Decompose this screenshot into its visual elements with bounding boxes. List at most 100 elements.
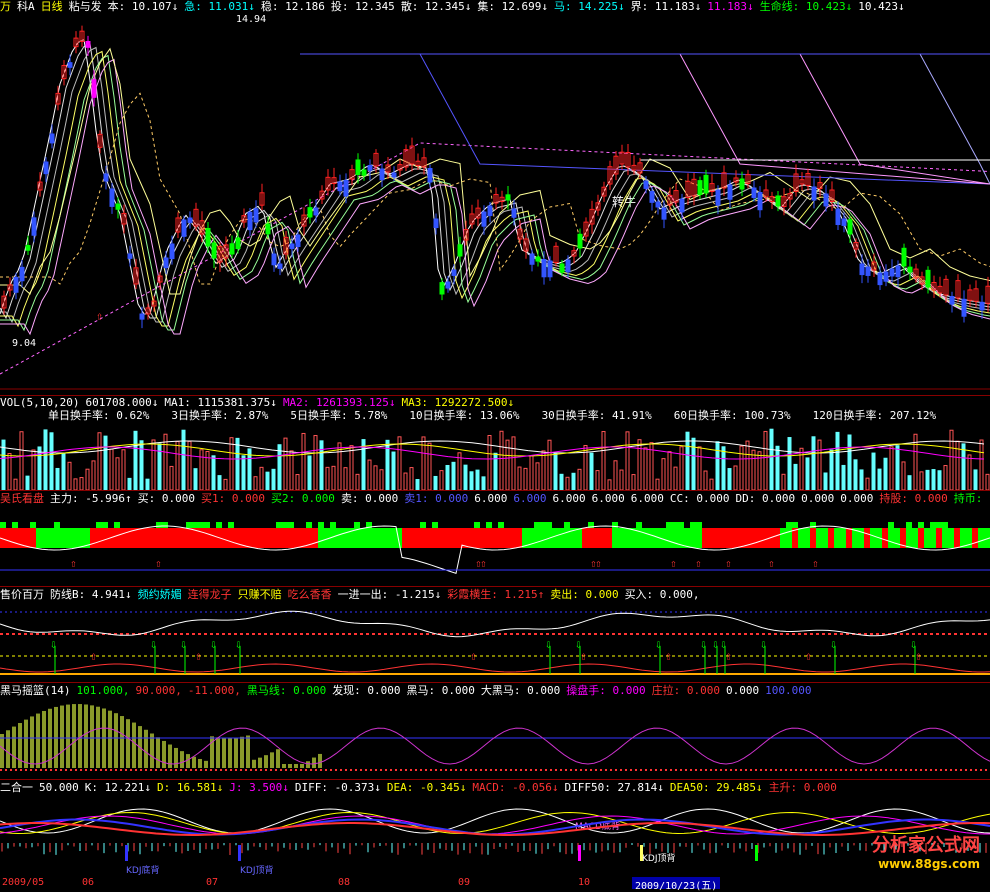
candle-body [757,192,763,211]
signal-cell [174,528,180,548]
volume-bar [853,459,858,490]
wu-indicator-chart[interactable]: ⇧ ⇧ ⇧⇧ ⇧⇧ ⇧ ⇧ ⇧ ⇧ ⇧ [0,506,990,586]
candle-body [961,298,967,317]
signal-cell [726,528,732,548]
volume-bar [481,476,486,490]
signal-cell [48,528,54,548]
header-value: 6.000 [630,492,664,505]
horse-bar [30,716,34,768]
sell-indicator-chart[interactable]: ⇩ ⇩ ⇩ ⇩ ⇩ ⇩ ⇩ ⇩ ⇩ ⇩ ⇩ ⇩ ⇩ ⇩⇧ ⇧ ⇧ ⇧ ⇧ ⇧ ⇧ ⇧ [0,602,990,682]
volume-bar [721,446,726,490]
signal-cell [828,528,834,548]
sell-arrow: ⇩ [180,637,187,651]
signal-cell [822,528,828,548]
signal-cell [888,528,894,548]
header-value: 买1: 0.000 [200,492,265,505]
signal-cell [870,528,876,548]
candle-body [847,219,853,235]
signal-cell [486,522,492,528]
signal-cell [930,522,936,528]
buy-arrow: ⇧ [595,557,602,570]
volume-bar [169,465,174,490]
volume-bar [535,462,540,490]
axis-label: 09 [458,877,471,888]
volume-bar [559,473,564,490]
volume-bar [655,478,660,490]
signal-cell [414,528,420,548]
candle-body [541,259,547,278]
header-value: 散: 12.345↓ [400,0,472,13]
volume-bar [859,469,864,490]
ma-line [0,92,990,285]
volume-bar [79,477,84,490]
signal-cell [192,522,198,528]
header-value: 6.000 [474,492,508,505]
buy-arrow: ⇧ [70,557,77,570]
signal-cell [936,528,942,548]
candle-body [379,168,385,181]
volume-bar [139,440,144,490]
volume-bar [403,472,408,490]
signal-cell [288,528,294,548]
candle-body [751,187,757,199]
candle-body [19,266,25,282]
candle-body [889,268,895,277]
signal-cell [696,528,702,548]
volume-bar [73,478,78,490]
signal-cell [600,528,606,548]
signal-cell [12,522,18,528]
separator [0,490,990,491]
signal-cell [246,528,252,548]
volume-bar [631,474,636,490]
signal-cell [798,528,804,548]
candle-body [715,189,721,206]
signal-cell [438,528,444,548]
volume-bar [19,431,24,490]
header-value: 6.000 [552,492,586,505]
volume-bar [457,452,462,490]
volume-bar [409,467,414,490]
candle-body [265,223,271,235]
volume-bar [61,452,66,490]
signal-cell [918,522,924,528]
candle-body [127,253,133,259]
signal-cell [564,528,570,548]
horse-indicator-chart[interactable] [0,698,990,778]
volume-bar [985,473,990,490]
buy-arrow: ⇧ [90,649,97,663]
volume-chart[interactable] [0,422,990,490]
indicator-line [0,811,990,835]
horse-bar [198,758,202,768]
volume-bar [115,457,120,490]
signal-cell [420,522,426,528]
candlestick-chart[interactable]: 14.94 9.04 转牛 ⇧ [0,14,990,404]
volume-bar [577,468,582,490]
volume-bar [85,468,90,490]
volume-bar [187,440,192,490]
header-value: 连得龙子 [187,588,232,601]
candle-body [337,181,343,192]
candle-body [313,207,319,216]
candle-body [391,172,397,178]
signal-cell [336,528,342,548]
signal-cell [30,522,36,528]
signal-cell [210,528,216,548]
signal-cell [282,522,288,528]
kdj-macd-chart[interactable]: KDJ底背 KDJ顶背 MACD底背 KDJ顶背 [0,795,990,875]
horse-bar [258,757,262,768]
signal-label: KDJ底背 [126,864,160,875]
header-value: 101.000, [76,684,130,697]
header-value: 一进一出: -1.215↓ [337,588,442,601]
horse-bar [108,710,112,768]
volume-bar [181,429,186,490]
volume-bar [373,465,378,490]
volume-bar [925,469,930,490]
signal-cell [384,528,390,548]
volume-bar [625,431,630,490]
signal-cell [378,528,384,548]
volume-bar [103,435,108,490]
horse-bar [264,755,268,768]
header-value: 100.000 [765,684,812,697]
header-value: 6.000 [513,492,547,505]
header-value: 本: 10.107↓ [107,0,179,13]
